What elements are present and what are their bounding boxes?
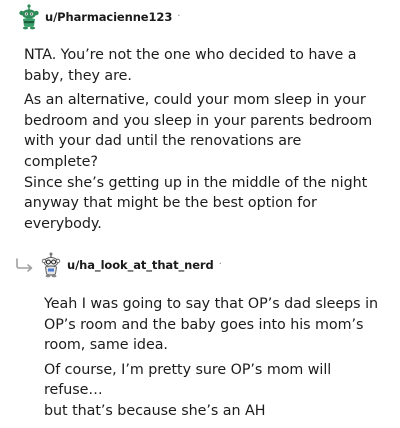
comment-paragraph: Yeah I was going to say that OP’s dad sl… bbox=[44, 296, 379, 354]
comment-body: NTA. You’re not the one who decided to h… bbox=[24, 45, 376, 238]
comment-paragraph: As an alternative, could your mom sleep … bbox=[24, 92, 373, 232]
comment-header: u/ha_look_at_that_nerd · bbox=[14, 252, 222, 278]
comment-paragraph: NTA. You’re not the one who decided to h… bbox=[24, 47, 357, 84]
reply-arrow-icon bbox=[14, 257, 36, 273]
comment-header: u/Pharmacienne123 · bbox=[18, 4, 180, 30]
snoo-avatar-icon[interactable] bbox=[40, 252, 62, 278]
username[interactable]: u/ha_look_at_that_nerd bbox=[67, 258, 214, 272]
comment-body: Yeah I was going to say that OP’s dad sl… bbox=[44, 294, 384, 426]
comment-paragraph: Of course, I’m pretty sure OP’s mom will… bbox=[44, 361, 332, 419]
separator-dot: · bbox=[177, 11, 181, 22]
username[interactable]: u/Pharmacienne123 bbox=[45, 10, 172, 24]
separator-dot: · bbox=[218, 259, 222, 270]
snoo-avatar-icon[interactable] bbox=[18, 4, 40, 30]
